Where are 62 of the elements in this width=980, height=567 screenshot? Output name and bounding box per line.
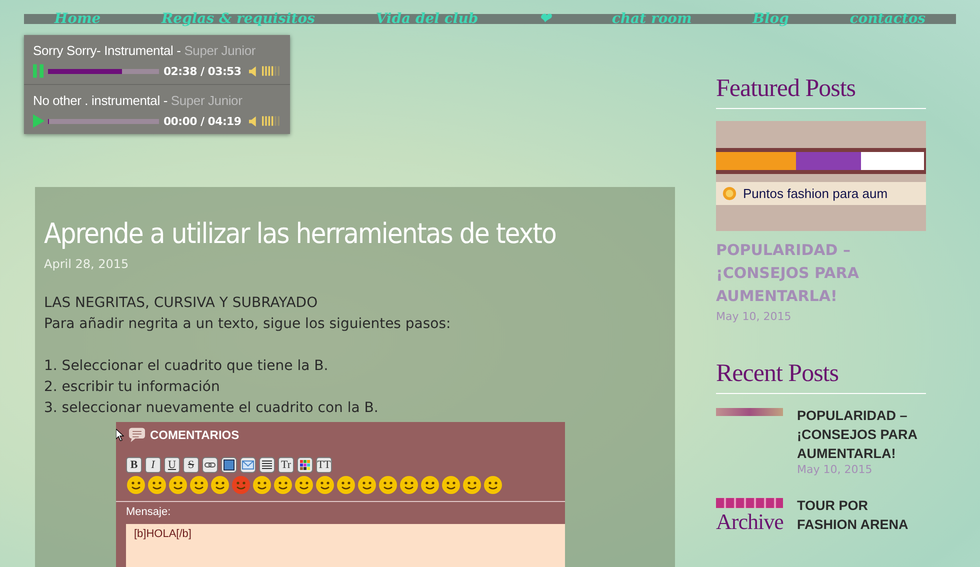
format-button[interactable]: Tr	[278, 457, 294, 473]
smiley-icon[interactable]	[315, 475, 335, 495]
featured-heading: Featured Posts	[716, 74, 857, 104]
smiley-icon[interactable]	[441, 475, 461, 495]
format-button[interactable]: B	[126, 457, 142, 473]
smiley-icon[interactable]	[420, 475, 440, 495]
smiley-icon[interactable]	[357, 475, 377, 495]
smiley-icon[interactable]	[189, 475, 209, 495]
smiley-icon[interactable]	[399, 475, 419, 495]
post-text: 3. seleccionar nuevamente el cuadrito con la B.	[44, 399, 380, 418]
format-button[interactable]: I	[145, 457, 161, 473]
archive-heading: Archive	[716, 510, 783, 534]
recent-post-title[interactable]: TOUR POR FASHION ARENA	[797, 496, 926, 534]
envelope-icon[interactable]	[240, 457, 256, 473]
smiley-icon[interactable]	[252, 475, 272, 495]
smiley-icon[interactable]	[168, 475, 188, 495]
track-time: 02:38 / 03:53	[163, 64, 242, 78]
smiley-icon[interactable]	[210, 475, 230, 495]
format-button[interactable]: TT	[316, 457, 332, 473]
post-text: Para añadir negrita a un texto, sigue los siguientes pasos:	[44, 315, 452, 334]
track-title: Sorry Sorry- Instrumental - Super Junior	[33, 43, 256, 58]
track-title: No other . instrumental - Super Junior	[33, 93, 244, 108]
coin-icon	[722, 186, 737, 200]
post-title: Aprende a utilizar las herramientas de texto	[44, 217, 557, 251]
format-button[interactable]: U	[164, 457, 180, 473]
comments-heading: COMENTARIOS	[150, 428, 240, 442]
image-icon[interactable]	[221, 457, 237, 473]
post-thumbnail[interactable]	[716, 408, 783, 416]
smiley-icon[interactable]	[126, 475, 146, 495]
recent-heading: Recent Posts	[716, 359, 840, 389]
smiley-icon[interactable]	[294, 475, 314, 495]
featured-image[interactable]: Puntos fashion para aum	[716, 121, 926, 231]
post-date: April 28, 2015	[44, 257, 130, 271]
speaker-icon[interactable]	[249, 66, 258, 76]
progress-track[interactable]	[48, 118, 160, 124]
post-thumbnail[interactable]	[716, 498, 783, 508]
volume-bars[interactable]	[262, 65, 281, 77]
post-text: 1. Seleccionar el cuadrito que tiene la B.	[44, 357, 330, 376]
smiley-icon[interactable]	[273, 475, 293, 495]
speech-bubble-icon	[128, 427, 146, 443]
featured-post-date: May 10, 2015	[716, 310, 792, 323]
post-text: LAS NEGRITAS, CURSIVA Y SUBRAYADO	[44, 294, 319, 313]
progress-track[interactable]	[48, 68, 160, 74]
track-time: 00:00 / 04:19	[163, 114, 242, 128]
message-field[interactable]: [b]HOLA[/b]	[126, 524, 565, 567]
color-grid-icon[interactable]	[297, 457, 313, 473]
link-icon[interactable]	[202, 457, 218, 473]
format-button[interactable]: S	[183, 457, 199, 473]
message-label: Mensaje:	[126, 506, 172, 518]
speaker-icon[interactable]	[249, 116, 258, 126]
image-caption: Puntos fashion para aum	[743, 186, 888, 200]
post-text: 2. escribir tu información	[44, 378, 221, 397]
smiley-icon[interactable]	[378, 475, 398, 495]
recent-post-date: May 10, 2015	[797, 463, 874, 476]
volume-bars[interactable]	[262, 115, 281, 127]
smiley-icon[interactable]	[483, 475, 503, 495]
recent-post-title[interactable]: POPULARIDAD – ¡CONSEJOS PARA AUMENTARLA!	[797, 406, 926, 463]
cursor-icon	[116, 429, 124, 441]
align-icon[interactable]	[259, 457, 275, 473]
smiley-icon[interactable]	[147, 475, 167, 495]
smiley-icon[interactable]	[462, 475, 482, 495]
smiley-icon[interactable]	[336, 475, 356, 495]
